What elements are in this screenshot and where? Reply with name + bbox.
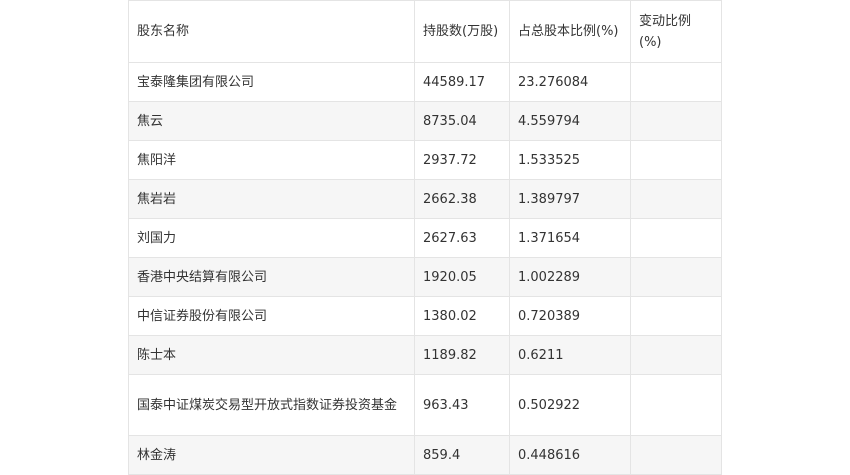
cell-change-ratio xyxy=(630,335,722,375)
cell-share-ratio: 0.720389 xyxy=(509,296,631,336)
cell-shares-held: 859.4 xyxy=(414,435,510,475)
cell-share-ratio: 1.389797 xyxy=(509,179,631,219)
cell-change-ratio xyxy=(630,374,722,436)
table-row: 宝泰隆集团有限公司 44589.17 23.276084 xyxy=(128,62,722,102)
cell-shares-held: 963.43 xyxy=(414,374,510,436)
cell-change-ratio xyxy=(630,296,722,336)
cell-share-ratio: 4.559794 xyxy=(509,101,631,141)
header-change-ratio: 变动比例(%) xyxy=(630,0,722,63)
cell-shares-held: 1920.05 xyxy=(414,257,510,297)
cell-share-ratio: 1.002289 xyxy=(509,257,631,297)
cell-shares-held: 8735.04 xyxy=(414,101,510,141)
cell-shareholder-name: 陈士本 xyxy=(128,335,415,375)
table-row: 焦云 8735.04 4.559794 xyxy=(128,101,722,141)
cell-change-ratio xyxy=(630,435,722,475)
shareholder-table: 股东名称 持股数(万股) 占总股本比例(%) 变动比例(%) 宝泰隆集团有限公司… xyxy=(128,0,722,475)
cell-shareholder-name: 林金涛 xyxy=(128,435,415,475)
table-row: 焦阳洋 2937.72 1.533525 xyxy=(128,140,722,180)
cell-share-ratio: 1.371654 xyxy=(509,218,631,258)
cell-shareholder-name: 焦阳洋 xyxy=(128,140,415,180)
cell-change-ratio xyxy=(630,179,722,219)
table-body: 宝泰隆集团有限公司 44589.17 23.276084 焦云 8735.04 … xyxy=(128,62,722,475)
table-row: 中信证券股份有限公司 1380.02 0.720389 xyxy=(128,296,722,336)
cell-share-ratio: 0.6211 xyxy=(509,335,631,375)
table-row: 林金涛 859.4 0.448616 xyxy=(128,435,722,475)
header-shareholder-name: 股东名称 xyxy=(128,0,415,63)
cell-shares-held: 2662.38 xyxy=(414,179,510,219)
cell-shareholder-name: 焦云 xyxy=(128,101,415,141)
cell-share-ratio: 1.533525 xyxy=(509,140,631,180)
cell-shares-held: 44589.17 xyxy=(414,62,510,102)
cell-shares-held: 2937.72 xyxy=(414,140,510,180)
cell-shareholder-name: 中信证券股份有限公司 xyxy=(128,296,415,336)
table-row: 香港中央结算有限公司 1920.05 1.002289 xyxy=(128,257,722,297)
table-row: 国泰中证煤炭交易型开放式指数证券投资基金 963.43 0.502922 xyxy=(128,374,722,436)
cell-change-ratio xyxy=(630,218,722,258)
cell-shares-held: 1380.02 xyxy=(414,296,510,336)
cell-change-ratio xyxy=(630,101,722,141)
table-row: 焦岩岩 2662.38 1.389797 xyxy=(128,179,722,219)
table-header: 股东名称 持股数(万股) 占总股本比例(%) 变动比例(%) xyxy=(128,0,722,63)
header-row: 股东名称 持股数(万股) 占总股本比例(%) 变动比例(%) xyxy=(128,0,722,63)
cell-change-ratio xyxy=(630,257,722,297)
header-shares-held: 持股数(万股) xyxy=(414,0,510,63)
table-row: 刘国力 2627.63 1.371654 xyxy=(128,218,722,258)
header-share-ratio: 占总股本比例(%) xyxy=(509,0,631,63)
cell-change-ratio xyxy=(630,140,722,180)
cell-share-ratio: 23.276084 xyxy=(509,62,631,102)
cell-shareholder-name: 香港中央结算有限公司 xyxy=(128,257,415,297)
cell-shareholder-name: 国泰中证煤炭交易型开放式指数证券投资基金 xyxy=(128,374,415,436)
cell-shareholder-name: 宝泰隆集团有限公司 xyxy=(128,62,415,102)
table-row: 陈士本 1189.82 0.6211 xyxy=(128,335,722,375)
cell-change-ratio xyxy=(630,62,722,102)
cell-shareholder-name: 刘国力 xyxy=(128,218,415,258)
cell-shares-held: 1189.82 xyxy=(414,335,510,375)
cell-shareholder-name: 焦岩岩 xyxy=(128,179,415,219)
cell-shares-held: 2627.63 xyxy=(414,218,510,258)
cell-share-ratio: 0.448616 xyxy=(509,435,631,475)
cell-share-ratio: 0.502922 xyxy=(509,374,631,436)
shareholder-table-container: 股东名称 持股数(万股) 占总股本比例(%) 变动比例(%) 宝泰隆集团有限公司… xyxy=(128,0,722,475)
